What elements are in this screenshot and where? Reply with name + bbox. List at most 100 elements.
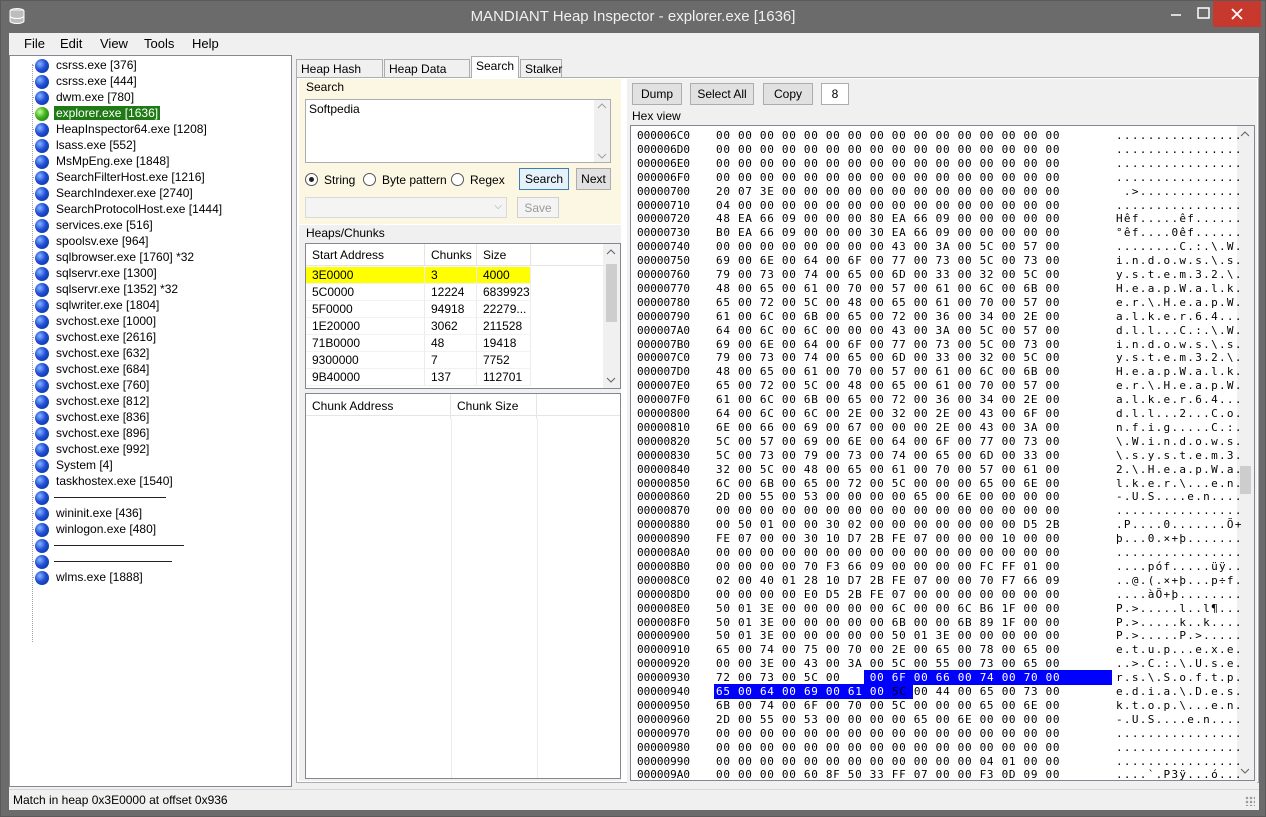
- col-chunks[interactable]: Chunks: [425, 244, 477, 266]
- chevron-down-icon[interactable]: [597, 153, 607, 159]
- resize-grip-icon[interactable]: [1245, 796, 1255, 806]
- menu-edit[interactable]: Edit: [60, 36, 82, 51]
- search-history-combo[interactable]: ⌵: [305, 197, 507, 218]
- process-item[interactable]: services.exe [516]: [32, 217, 290, 233]
- bytes-per-group-field[interactable]: 8: [821, 83, 849, 105]
- tab-stalker[interactable]: Stalker: [520, 59, 562, 78]
- process-item[interactable]: sqlservr.exe [1300]: [32, 265, 290, 281]
- radio-regex-dot[interactable]: [451, 173, 464, 186]
- col-chunk-size[interactable]: Chunk Size: [451, 394, 537, 419]
- table-row[interactable]: 9B40000 137 112701: [306, 369, 605, 386]
- tab-heap-data-map[interactable]: Heap Data Map: [384, 59, 470, 90]
- size-cell: 211528: [477, 318, 531, 335]
- radio-byte-pattern-dot[interactable]: [363, 173, 376, 186]
- process-tree[interactable]: csrss.exe [376] csrss.exe [444] dwm.exe [7…: [9, 55, 292, 787]
- process-item[interactable]: [32, 489, 290, 505]
- process-item[interactable]: [32, 553, 290, 569]
- process-item[interactable]: svchost.exe [812]: [32, 393, 290, 409]
- process-item[interactable]: dwm.exe [780]: [32, 89, 290, 105]
- process-item[interactable]: winlogon.exe [480]: [32, 521, 290, 537]
- process-item[interactable]: svchost.exe [632]: [32, 345, 290, 361]
- process-item[interactable]: lsass.exe [552]: [32, 137, 290, 153]
- process-label: svchost.exe [1000]: [56, 314, 157, 328]
- search-box-scrollbar[interactable]: [594, 100, 610, 162]
- next-button[interactable]: Next: [576, 168, 611, 190]
- process-item[interactable]: sqlbrowser.exe [1760] *32: [32, 249, 290, 265]
- hex-offset: 00000760: [637, 268, 690, 281]
- process-item[interactable]: csrss.exe [376]: [32, 57, 290, 73]
- process-item[interactable]: SearchIndexer.exe [2740]: [32, 185, 290, 201]
- hex-ascii: ....póf.....üÿ..: [1116, 559, 1243, 573]
- process-item[interactable]: wlms.exe [1888]: [32, 569, 290, 585]
- col-start-address[interactable]: Start Address: [306, 244, 425, 266]
- hex-offset: 00000990: [637, 754, 690, 768]
- hex-row[interactable]: 000009A0 00 00 00 00 60 8F 50 33 FF 07 00…: [637, 767, 1241, 780]
- chevron-up-icon[interactable]: [597, 103, 607, 109]
- hex-ascii: þ...0.×+þ.......: [1116, 532, 1243, 546]
- radio-string-dot[interactable]: [305, 173, 318, 186]
- menu-help[interactable]: Help: [192, 36, 219, 51]
- process-item[interactable]: sqlwriter.exe [1804]: [32, 297, 290, 313]
- table-row[interactable]: 71B0000 48 19418: [306, 335, 605, 352]
- table-row[interactable]: 9300000 7 7752: [306, 352, 605, 369]
- tab-heap-hash-map[interactable]: Heap Hash Map: [296, 59, 383, 90]
- select-all-button[interactable]: Select All: [690, 83, 754, 105]
- heap-table[interactable]: Start Address Chunks Size 3E0000 3 4000 5C0…: [305, 243, 621, 389]
- search-text-input[interactable]: Softpedia: [305, 99, 611, 163]
- hex-view[interactable]: 000006C0 00 00 00 00 00 00 00 00 00 00 00…: [630, 125, 1255, 781]
- hex-bytes: 5C 00 73 00 79 00 73 00 74 00 65 00 6D 0…: [716, 448, 1061, 462]
- table-row[interactable]: 5C0000 12224 6839923: [306, 284, 605, 301]
- process-item[interactable]: MsMpEng.exe [1848]: [32, 153, 290, 169]
- search-button[interactable]: Search: [519, 168, 569, 190]
- process-item[interactable]: [32, 537, 290, 553]
- hex-ascii: e.d.i.a.\.D.e.s.: [1116, 685, 1243, 698]
- minimize-icon[interactable]: [1161, 1, 1191, 27]
- chunk-col-divider: [451, 419, 452, 778]
- process-item[interactable]: spoolsv.exe [964]: [32, 233, 290, 249]
- process-item[interactable]: wininit.exe [436]: [32, 505, 290, 521]
- process-item[interactable]: taskhostex.exe [1540]: [32, 473, 290, 489]
- process-item[interactable]: svchost.exe [836]: [32, 409, 290, 425]
- radio-byte-pattern[interactable]: Byte pattern: [363, 172, 447, 188]
- col-chunk-address[interactable]: Chunk Address: [306, 394, 451, 419]
- tab-search[interactable]: Search: [471, 56, 519, 78]
- process-item[interactable]: sqlservr.exe [1352] *32: [32, 281, 290, 297]
- process-item[interactable]: svchost.exe [2616]: [32, 329, 290, 345]
- save-button[interactable]: Save: [517, 197, 559, 218]
- dump-button[interactable]: Dump: [632, 83, 682, 105]
- process-item[interactable]: svchost.exe [760]: [32, 377, 290, 393]
- process-item[interactable]: System [4]: [32, 457, 290, 473]
- process-item[interactable]: csrss.exe [444]: [32, 73, 290, 89]
- process-item[interactable]: svchost.exe [896]: [32, 425, 290, 441]
- chevron-down-icon[interactable]: [606, 377, 616, 383]
- hex-bytes: FE 07 00 00 30 10 D7 2B FE 07 00 00 00 1…: [716, 532, 1061, 546]
- menu-view[interactable]: View: [100, 36, 128, 51]
- chevron-up-icon[interactable]: [606, 249, 616, 255]
- hex-bytes: 6C 00 6B 00 65 00 72 00 5C 00 00 00 65 0…: [716, 476, 1061, 490]
- menu-tools[interactable]: Tools: [144, 36, 174, 51]
- heap-table-scrollbar[interactable]: [603, 244, 620, 388]
- table-row[interactable]: 1E20000 3062 211528: [306, 318, 605, 335]
- process-item[interactable]: svchost.exe [684]: [32, 361, 290, 377]
- table-row[interactable]: 5F0000 94918 22279...: [306, 301, 605, 318]
- process-item[interactable]: svchost.exe [1000]: [32, 313, 290, 329]
- status-text: Match in heap 0x3E0000 at offset 0x936: [13, 793, 228, 807]
- close-icon[interactable]: [1213, 1, 1261, 27]
- process-item[interactable]: explorer.exe [1636]: [32, 105, 290, 121]
- hex-bytes: 00 00 00 00 00 00 00 00 00 00 00 00 00 0…: [716, 740, 1061, 754]
- process-item[interactable]: SearchFilterHost.exe [1216]: [32, 169, 290, 185]
- copy-button[interactable]: Copy: [763, 83, 813, 105]
- process-item[interactable]: SearchProtocolHost.exe [1444]: [32, 201, 290, 217]
- hex-ascii: l.k.e.r.\...e.n.: [1116, 476, 1243, 490]
- heap-table-scroll-thumb[interactable]: [606, 264, 617, 322]
- process-item[interactable]: svchost.exe [992]: [32, 441, 290, 457]
- radio-string[interactable]: String: [305, 172, 365, 188]
- radio-regex[interactable]: Regex: [451, 172, 506, 188]
- menu-file[interactable]: File: [24, 36, 45, 51]
- table-row[interactable]: 3E0000 3 4000: [306, 267, 605, 284]
- col-size[interactable]: Size: [477, 244, 531, 266]
- heaps-group-title: Heaps/Chunks: [306, 226, 385, 240]
- process-item[interactable]: HeapInspector64.exe [1208]: [32, 121, 290, 137]
- chevron-down-icon[interactable]: ⌵: [494, 201, 502, 212]
- chunk-table[interactable]: Chunk Address Chunk Size: [305, 393, 621, 779]
